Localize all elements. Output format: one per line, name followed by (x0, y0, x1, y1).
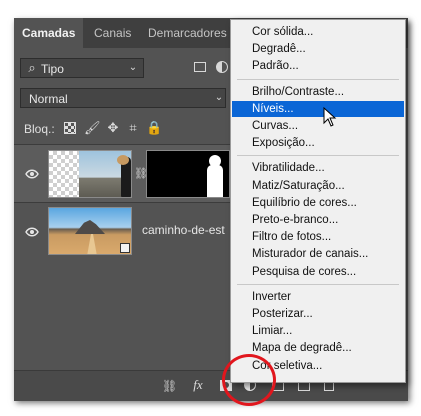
layer-row-person[interactable]: ⛓ (14, 144, 230, 203)
lock-icon[interactable]: 🔒 (146, 121, 162, 135)
layer-thumbnail (48, 207, 132, 255)
menu-item[interactable]: Níveis... (232, 100, 404, 117)
brush-icon[interactable]: 🖌 (84, 121, 101, 135)
chevron-down-icon: ⌄ (128, 62, 138, 73)
tab-demarcadores[interactable]: Demarcadores (148, 18, 227, 48)
menu-item[interactable]: Filtro de fotos... (232, 229, 404, 245)
menu-item[interactable]: Brilho/Contraste... (232, 84, 404, 100)
tab-canais[interactable]: Canais (94, 18, 131, 48)
layer-thumbnail (48, 150, 132, 198)
move-icon[interactable]: ✥ (106, 121, 120, 135)
artboard-icon[interactable]: ⌗ (126, 121, 140, 135)
smart-object-icon (120, 243, 130, 253)
menu-item[interactable]: Degradê... (232, 41, 404, 57)
menu-separator (237, 78, 399, 80)
menu-item[interactable]: Limiar... (232, 323, 404, 339)
menu-item[interactable]: Padrão... (232, 58, 404, 74)
search-icon: ⌕ (28, 60, 36, 75)
filter-value: Tipo (41, 62, 64, 76)
menu-item[interactable]: Mapa de degradê... (232, 340, 404, 356)
layer-row-road[interactable]: caminho-de-est (14, 202, 230, 259)
visibility-eye-icon[interactable] (25, 225, 39, 239)
menu-item[interactable]: Pesquisa de cores... (232, 264, 404, 280)
chevron-down-icon: ⌄ (214, 92, 224, 103)
tab-camadas[interactable]: Camadas (14, 18, 84, 48)
menu-item[interactable]: Exposição... (232, 135, 404, 151)
visibility-eye-icon[interactable] (25, 167, 39, 181)
menu-separator (237, 155, 399, 157)
menu-item[interactable]: Curvas... (232, 118, 404, 134)
menu-item[interactable]: Misturador de canais... (232, 246, 404, 262)
menu-item[interactable]: Matiz/Saturação... (232, 178, 404, 194)
lock-label: Bloq.: (24, 122, 55, 136)
lock-transparency-icon[interactable] (64, 122, 76, 134)
mouse-cursor-icon (323, 107, 337, 127)
menu-item[interactable]: Preto-e-branco... (232, 212, 404, 228)
menu-item[interactable]: Equilíbrio de cores... (232, 195, 404, 211)
fx-icon[interactable]: fx (190, 378, 206, 392)
menu-item[interactable]: Cor sólida... (232, 24, 404, 40)
layer-name[interactable]: caminho-de-est (142, 223, 225, 237)
link-layers-icon[interactable]: ⛓ (162, 379, 177, 393)
image-filter-icon[interactable] (194, 62, 206, 72)
blend-mode-select[interactable]: Normal ⌄ (20, 88, 226, 108)
menu-item[interactable]: Posterizar... (232, 306, 404, 322)
menu-item[interactable]: Vibratilidade... (232, 160, 404, 176)
layer-filter-select[interactable]: ⌕ Tipo ⌄ (20, 58, 144, 78)
blend-mode-value: Normal (29, 92, 68, 106)
adjustment-layer-menu: Cor sólida... Degradê... Padrão... Brilho/C… (230, 19, 406, 383)
mask-link-icon[interactable]: ⛓ (134, 167, 148, 181)
adjustment-filter-icon[interactable] (216, 61, 228, 73)
menu-item[interactable]: Inverter (232, 289, 404, 305)
layer-mask-thumbnail[interactable] (146, 150, 230, 198)
highlight-circle (222, 354, 276, 406)
menu-separator (237, 283, 399, 285)
